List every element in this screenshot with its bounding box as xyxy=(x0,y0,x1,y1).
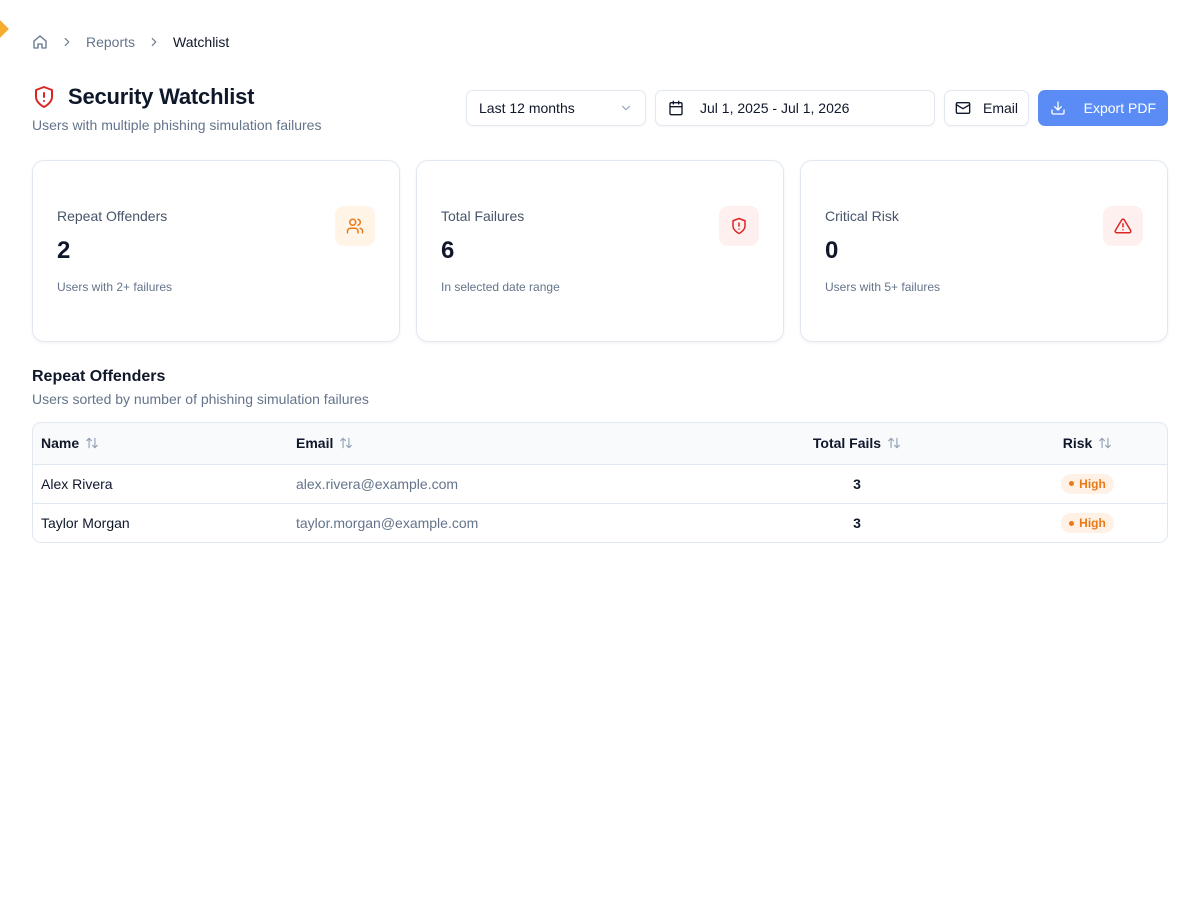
mail-icon xyxy=(955,100,971,116)
breadcrumb-reports[interactable]: Reports xyxy=(86,34,135,50)
stat-value: 6 xyxy=(441,237,455,264)
stat-note: Users with 5+ failures xyxy=(825,280,941,294)
table-row[interactable]: Alex Rivera alex.rivera@example.com 3 Hi… xyxy=(33,464,1167,503)
table-row[interactable]: Taylor Morgan taylor.morgan@example.com … xyxy=(33,503,1167,542)
sort-icon[interactable] xyxy=(339,436,353,450)
column-label: Name xyxy=(41,435,80,452)
cell-risk: High xyxy=(1008,503,1167,542)
column-label: Total Fails xyxy=(812,435,882,452)
risk-label: High xyxy=(1079,516,1106,530)
risk-badge: High xyxy=(1061,513,1114,533)
stat-label: Critical Risk xyxy=(825,208,899,224)
cell-email: taylor.morgan@example.com xyxy=(296,514,479,531)
stat-card-critical-risk: Critical Risk 0 Users with 5+ failures xyxy=(800,160,1168,342)
cell-risk: High xyxy=(1008,464,1167,503)
risk-badge: High xyxy=(1061,473,1114,494)
page-title: Security Watchlist xyxy=(68,84,255,109)
stat-value: 2 xyxy=(57,237,71,264)
column-label: Email xyxy=(296,435,334,452)
chevron-right-icon xyxy=(147,35,161,49)
section-subtitle: Users sorted by number of phishing simul… xyxy=(32,391,369,407)
column-header-risk[interactable]: Risk xyxy=(1008,423,1167,464)
sort-icon[interactable] xyxy=(1098,436,1112,450)
export-pdf-label: Export PDF xyxy=(1083,100,1156,116)
risk-label: High xyxy=(1079,476,1106,491)
page-subtitle: Users with multiple phishing simulation … xyxy=(32,117,322,133)
chevron-down-icon xyxy=(619,101,633,115)
breadcrumb: Reports Watchlist xyxy=(32,32,229,52)
section-title: Repeat Offenders xyxy=(32,368,166,385)
cell-name: Alex Rivera xyxy=(41,475,113,492)
export-pdf-button[interactable]: Export PDF xyxy=(1038,90,1168,126)
cell-name: Taylor Morgan xyxy=(41,514,130,531)
date-range-picker[interactable]: Jul 1, 2025 - Jul 1, 2026 xyxy=(655,90,935,126)
sort-icon[interactable] xyxy=(85,436,99,450)
column-header-total-fails[interactable]: Total Fails xyxy=(706,423,1008,464)
shield-alert-icon xyxy=(32,85,56,109)
toolbar: Last 12 months Jul 1, 2025 - Jul 1, 2026… xyxy=(466,90,1168,126)
column-header-email[interactable]: Email xyxy=(288,423,706,464)
date-range-value: Jul 1, 2025 - Jul 1, 2026 xyxy=(700,100,850,116)
range-select-value: Last 12 months xyxy=(479,100,575,116)
column-header-name[interactable]: Name xyxy=(33,423,288,464)
email-button-label: Email xyxy=(982,100,1018,116)
breadcrumb-watchlist: Watchlist xyxy=(173,34,230,50)
shield-alert-icon xyxy=(719,206,759,246)
calendar-icon xyxy=(668,100,684,116)
chevron-right-icon xyxy=(60,35,74,49)
range-select[interactable]: Last 12 months xyxy=(466,90,646,126)
cell-email: alex.rivera@example.com xyxy=(296,475,459,492)
stat-cards: Repeat Offenders 2 Users with 2+ failure… xyxy=(32,160,1168,342)
stat-card-repeat-offenders: Repeat Offenders 2 Users with 2+ failure… xyxy=(32,160,400,342)
table-header-row: Name Email Total Fails Risk xyxy=(33,423,1167,464)
home-icon[interactable] xyxy=(32,34,48,50)
email-button[interactable]: Email xyxy=(944,90,1029,126)
stat-note: In selected date range xyxy=(441,280,560,294)
cell-total-fails: 3 xyxy=(853,514,861,531)
stat-value: 0 xyxy=(825,237,839,264)
status-dot xyxy=(1069,481,1075,487)
alert-triangle-icon xyxy=(1103,206,1143,246)
users-icon xyxy=(335,206,375,246)
stat-note: Users with 2+ failures xyxy=(57,280,173,294)
sort-icon[interactable] xyxy=(887,436,901,450)
stat-label: Repeat Offenders xyxy=(57,208,168,224)
corner-accent xyxy=(0,19,9,39)
cell-total-fails: 3 xyxy=(853,475,861,492)
column-label: Risk xyxy=(1062,435,1093,452)
offenders-table: Name Email Total Fails Risk Alex Rivera … xyxy=(32,422,1168,543)
status-dot xyxy=(1069,520,1075,526)
stat-label: Total Failures xyxy=(441,208,525,224)
page-header: Security Watchlist xyxy=(32,84,255,110)
stat-card-total-failures: Total Failures 6 In selected date range xyxy=(416,160,784,342)
download-icon xyxy=(1050,100,1066,116)
